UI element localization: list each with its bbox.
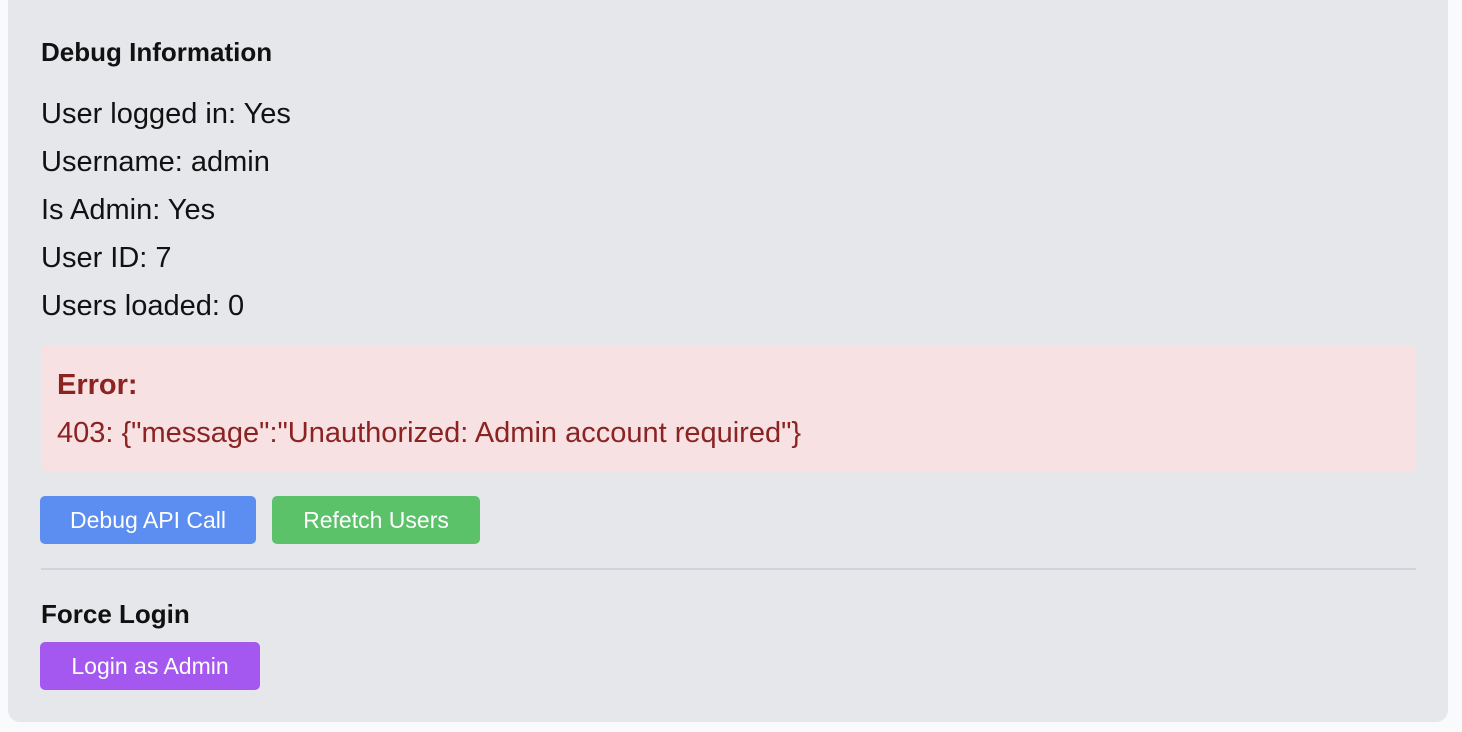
error-label: Error: [57, 369, 138, 401]
users-loaded-info: Users loaded: 0 [41, 290, 245, 322]
error-alert: Error: 403: {"message":"Unauthorized: Ad… [41, 345, 1416, 471]
user-id-info: User ID: 7 [41, 242, 172, 274]
login-as-admin-button[interactable]: Login as Admin [40, 642, 260, 690]
user-logged-in-status: User logged in: Yes [41, 98, 291, 130]
section-divider [41, 568, 1416, 570]
force-login-title: Force Login [41, 599, 190, 629]
debug-info-list: User logged in: Yes Username: admin Is A… [41, 90, 291, 330]
username-info: Username: admin [41, 146, 270, 178]
debug-panel: Debug Information User logged in: Yes Us… [8, 0, 1448, 722]
debug-title: Debug Information [41, 37, 273, 67]
is-admin-info: Is Admin: Yes [41, 194, 216, 226]
debug-api-call-button[interactable]: Debug API Call [40, 496, 256, 544]
error-message: 403: {"message":"Unauthorized: Admin acc… [57, 417, 802, 449]
refetch-users-button[interactable]: Refetch Users [272, 496, 480, 544]
